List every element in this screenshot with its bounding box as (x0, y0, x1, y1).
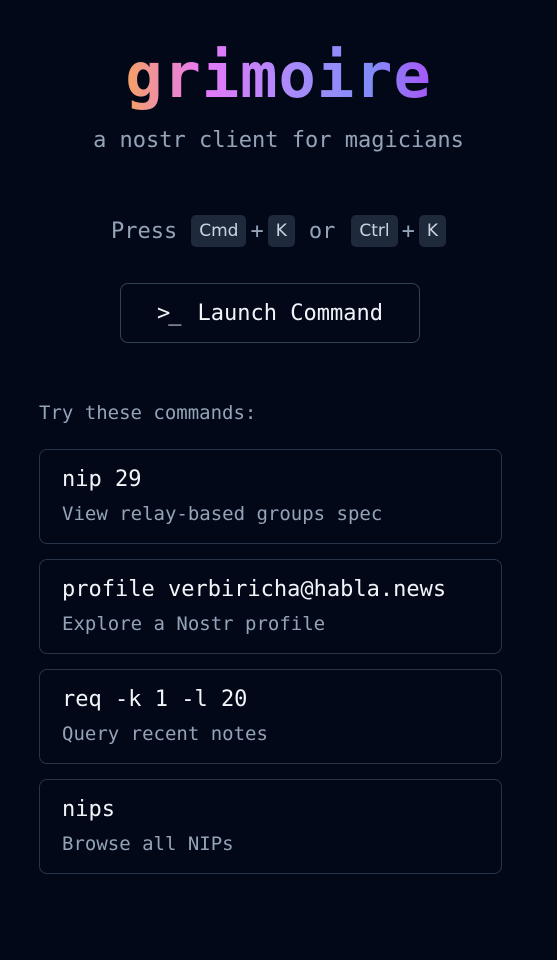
keyboard-shortcut-hint: Press Cmd + K or Ctrl + K (0, 214, 557, 248)
suggestion-card-profile[interactable]: profile verbiricha@habla.news Explore a … (39, 559, 502, 654)
suggestion-description: View relay-based groups spec (62, 503, 383, 525)
app-logo: grimoire (0, 40, 557, 112)
terminal-prompt-icon: >_ (157, 300, 181, 326)
suggestion-list: nip 29 View relay-based groups spec prof… (39, 449, 502, 889)
suggestion-card-nip-29[interactable]: nip 29 View relay-based groups spec (39, 449, 502, 544)
suggestion-command: profile verbiricha@habla.news (62, 577, 447, 602)
logo-text: grimoire (125, 39, 432, 112)
or-label: or (308, 218, 336, 244)
k-key: K (418, 215, 447, 247)
cmd-key: Cmd (191, 215, 247, 247)
launch-command-label: Launch Command (197, 300, 383, 326)
suggestion-description: Query recent notes (62, 723, 268, 745)
tagline: a nostr client for magicians (93, 128, 464, 153)
k-key: K (267, 215, 295, 247)
suggestions-heading: Try these commands: (39, 402, 257, 424)
suggestion-command: nip 29 (62, 467, 142, 492)
launch-command-button[interactable]: >_ Launch Command (120, 283, 420, 343)
suggestion-description: Browse all NIPs (62, 833, 234, 855)
ctrl-key: Ctrl (351, 215, 398, 247)
suggestion-card-nips[interactable]: nips Browse all NIPs (39, 779, 502, 874)
press-label: Press (110, 218, 178, 244)
plus-sign: + (401, 218, 415, 244)
plus-sign: + (250, 218, 264, 244)
suggestion-command: req -k 1 -l 20 (62, 687, 248, 712)
suggestion-description: Explore a Nostr profile (62, 613, 326, 635)
suggestion-card-req[interactable]: req -k 1 -l 20 Query recent notes (39, 669, 502, 764)
suggestion-command: nips (62, 797, 115, 822)
